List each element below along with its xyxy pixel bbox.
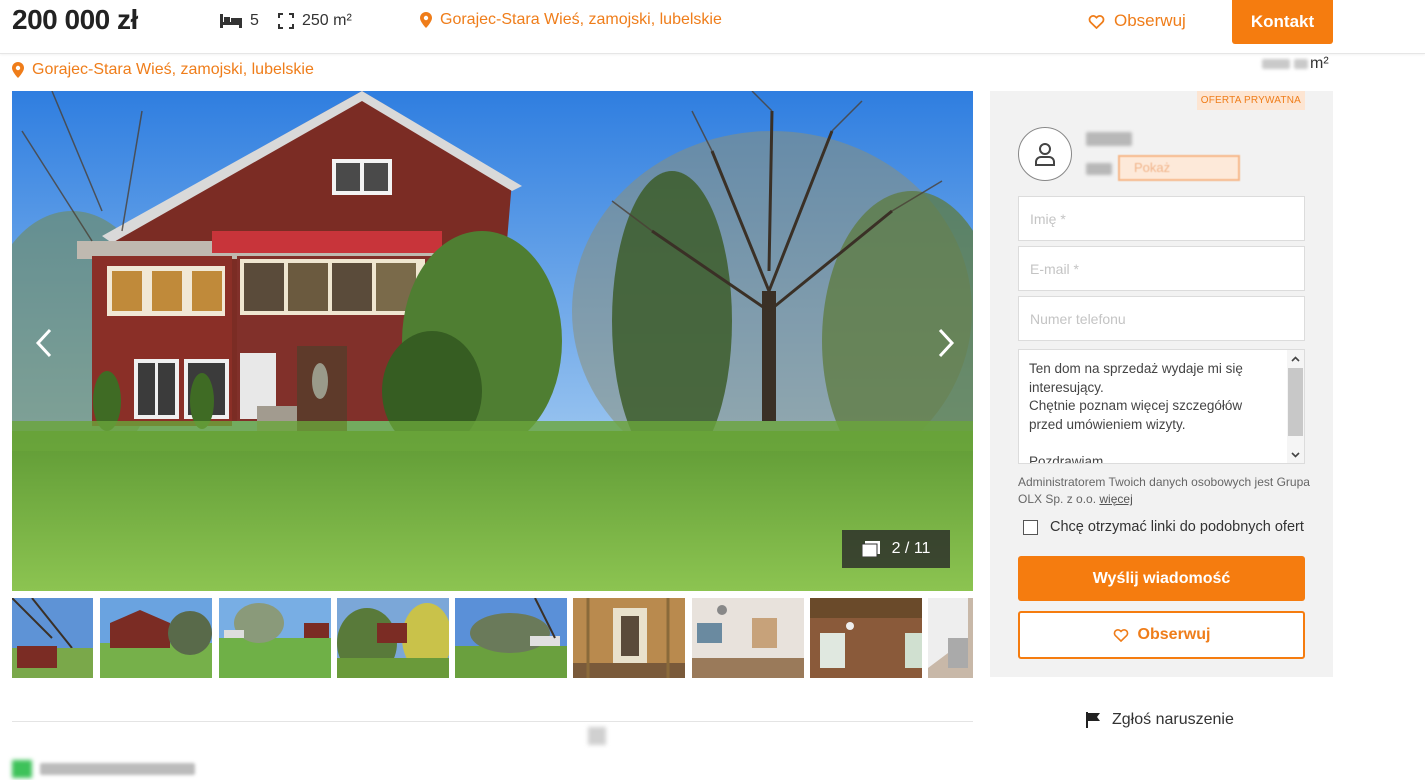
section-divider <box>12 721 973 722</box>
thumbnail-strip <box>12 598 973 678</box>
photo-counter: 2 / 11 <box>842 530 950 568</box>
thumbnail[interactable] <box>455 598 567 678</box>
blurred-footer-item <box>12 760 195 778</box>
thumbnail[interactable] <box>219 598 331 678</box>
header-location[interactable]: Gorajec-Stara Wieś, zamojski, lubelskie <box>420 11 722 29</box>
similar-offers-label: Chcę otrzymać linki do podobnych ofert <box>1050 519 1304 535</box>
gallery-next-button[interactable] <box>924 321 968 365</box>
area-icon <box>278 13 294 29</box>
seller-name-blurred <box>1086 132 1132 146</box>
watch-button[interactable]: Obserwuj <box>1018 611 1305 659</box>
report-label: Zgłoś naruszenie <box>1112 711 1234 728</box>
similar-offers-option[interactable]: Chcę otrzymać linki do podobnych ofert <box>1023 519 1304 535</box>
sticky-header: 200 000 zł 5 250 m² Gorajec-Stara Wieś, … <box>0 0 1425 54</box>
plus-icon <box>12 760 32 778</box>
bed-icon <box>220 14 242 28</box>
thumbnail[interactable] <box>810 598 922 678</box>
watch-button-label: Obserwuj <box>1137 626 1211 643</box>
privacy-note: Administratorem Twoich danych osobowych … <box>1018 474 1318 508</box>
thumbnail[interactable] <box>337 598 449 678</box>
phone-field[interactable] <box>1018 296 1305 341</box>
thumbnail[interactable] <box>692 598 804 678</box>
contact-panel: OFERTA PRYWATNA Pokaż Ten dom na sprzeda… <box>990 91 1333 677</box>
avatar <box>1018 127 1072 181</box>
watch-label: Obserwuj <box>1114 11 1186 30</box>
blurred-text <box>40 763 195 775</box>
photo-gallery[interactable]: 2 / 11 <box>12 91 973 591</box>
phone-blurred <box>1086 163 1112 175</box>
thumbnail[interactable] <box>573 598 685 678</box>
rooms-feature: 5 <box>220 12 259 30</box>
message-text: Ten dom na sprzedaż wydaje mi się intere… <box>1029 361 1243 464</box>
contact-button[interactable]: Kontakt <box>1232 0 1333 44</box>
scrollbar-thumb[interactable] <box>1288 368 1303 436</box>
similar-offers-checkbox[interactable] <box>1023 519 1038 535</box>
message-textarea[interactable]: Ten dom na sprzedaż wydaje mi się intere… <box>1018 349 1305 464</box>
location-link[interactable]: Gorajec-Stara Wieś, zamojski, lubelskie <box>12 61 314 79</box>
name-field[interactable] <box>1018 196 1305 241</box>
message-scrollbar[interactable] <box>1287 350 1304 463</box>
area-unit: m² <box>1310 55 1329 72</box>
private-offer-badge: OFERTA PRYWATNA <box>1196 91 1305 110</box>
map-pin-icon <box>12 62 24 78</box>
blurred-value <box>1262 59 1290 69</box>
blurred-ad <box>588 727 606 745</box>
flag-icon <box>1086 712 1100 728</box>
show-phone-button[interactable]: Pokaż <box>1118 155 1240 181</box>
main-photo <box>12 91 973 591</box>
heart-icon <box>1088 14 1105 29</box>
email-field[interactable] <box>1018 246 1305 291</box>
gallery-prev-button[interactable] <box>22 321 66 365</box>
price-per-area: m² <box>1262 55 1329 73</box>
thumbnail[interactable] <box>12 598 93 678</box>
map-pin-icon <box>420 12 432 28</box>
rooms-count: 5 <box>250 12 259 29</box>
user-icon <box>1035 143 1055 166</box>
area-feature: 250 m² <box>278 12 352 30</box>
report-link[interactable]: Zgłoś naruszenie <box>1086 711 1234 729</box>
chevron-left-icon <box>35 328 52 358</box>
scroll-up-icon[interactable] <box>1287 350 1304 367</box>
privacy-note-text: Administratorem Twoich danych osobowych … <box>1018 475 1310 506</box>
scroll-down-icon[interactable] <box>1287 446 1304 463</box>
photo-counter-text: 2 / 11 <box>891 540 931 557</box>
thumbnail[interactable] <box>100 598 212 678</box>
watch-link[interactable]: Obserwuj <box>1088 11 1186 31</box>
thumbnail[interactable] <box>928 598 973 678</box>
header-location-text: Gorajec-Stara Wieś, zamojski, lubelskie <box>440 11 722 28</box>
location-text: Gorajec-Stara Wieś, zamojski, lubelskie <box>32 61 314 78</box>
privacy-more-link[interactable]: więcej <box>1099 492 1132 506</box>
blurred-value <box>1294 59 1308 69</box>
area-value: 250 m² <box>302 12 352 29</box>
chevron-right-icon <box>938 328 955 358</box>
photos-icon <box>861 541 880 557</box>
heart-icon <box>1113 628 1128 642</box>
price: 200 000 zł <box>12 4 138 35</box>
send-message-button[interactable]: Wyślij wiadomość <box>1018 556 1305 601</box>
